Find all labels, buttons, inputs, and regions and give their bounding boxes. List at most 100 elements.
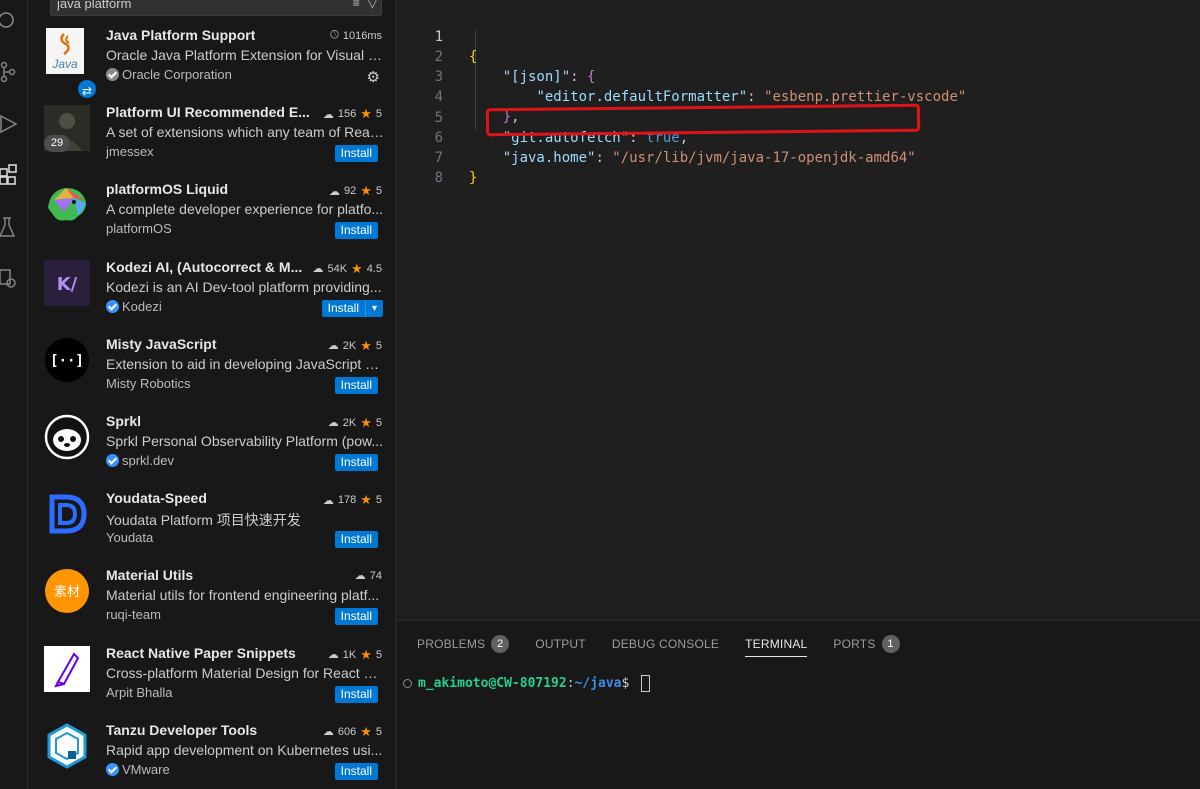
extension-item[interactable]: React Native Paper Snippets ☁︎ 1K ★ 5 Cross… [28, 638, 395, 715]
extension-description: Kodezi is an AI Dev-tool platform provid… [106, 278, 382, 295]
download-count: 178 [337, 494, 357, 507]
download-icon: ☁︎ [328, 185, 340, 198]
install-button[interactable]: Install [321, 299, 365, 317]
extensions-icon[interactable] [0, 163, 20, 187]
install-button[interactable]: Install [334, 145, 378, 163]
ports-count-badge: 1 [881, 635, 900, 653]
extension-publisher: platformOS [106, 221, 172, 237]
extension-item[interactable]: 素材 Material Utils ☁︎ 74 Material utils fo… [28, 560, 395, 637]
rating: 5 [375, 416, 382, 429]
star-icon: ★ [360, 646, 372, 662]
download-count: 606 [337, 725, 357, 738]
tab-label: OUTPUT [535, 637, 586, 651]
extension-search-input[interactable] [51, 0, 321, 15]
install-count-badge: 29 [44, 135, 70, 153]
star-icon: ★ [360, 723, 372, 739]
tab-label: PROBLEMS [417, 637, 486, 651]
search-icon[interactable] [0, 8, 20, 32]
verified-publisher-icon [106, 453, 119, 467]
filter-icon[interactable]: ▽ [368, 0, 377, 10]
problems-count-badge: 2 [491, 635, 510, 653]
tab-label: TERMINAL [745, 636, 808, 651]
extension-publisher: Misty Robotics [106, 375, 191, 391]
misty-logo-icon: [··] [44, 337, 90, 383]
tab-terminal[interactable]: TERMINAL [745, 631, 808, 657]
extension-name: Tanzu Developer Tools [106, 721, 258, 738]
extension-item[interactable]: Tanzu Developer Tools ☁︎ 606 ★ 5 Rapid app … [28, 715, 395, 789]
extension-name: Kodezi AI, (Autocorrect & M... [106, 258, 303, 275]
tanzu-logo-icon [44, 722, 90, 769]
extension-publisher: sprkl.dev [122, 452, 175, 468]
testing-icon[interactable] [0, 215, 20, 239]
verified-publisher-icon [106, 299, 119, 313]
chevron-down-icon[interactable]: ▾ [365, 299, 383, 317]
install-button[interactable]: Install [334, 222, 378, 240]
extension-name: React Native Paper Snippets [106, 644, 296, 661]
tab-problems[interactable]: PROBLEMS 2 [417, 631, 510, 657]
remote-explorer-icon[interactable] [0, 266, 20, 290]
rn-paper-logo-icon [44, 645, 90, 692]
extension-item[interactable]: 29 Platform UI Recommended E... ☁︎ 156 ★ 5 … [28, 97, 395, 174]
download-icon: ☁︎ [322, 726, 334, 739]
extension-item[interactable]: Sprkl ☁︎ 2K ★ 5 Sprkl Personal Observabilit… [28, 406, 395, 483]
download-count: 2K [342, 416, 357, 429]
extension-name: Platform UI Recommended E... [106, 104, 310, 121]
download-icon: ☁︎ [354, 570, 366, 583]
install-button[interactable]: Install [334, 685, 378, 703]
extension-item[interactable]: [··] Misty JavaScript ☁︎ 2K ★ 5 Extension t… [28, 329, 395, 406]
code-editor[interactable]: 1 { 2 "[json]": { 3 "editor.defaultForma… [397, 0, 1200, 620]
tab-ports[interactable]: PORTS 1 [833, 631, 900, 657]
tab-output[interactable]: OUTPUT [535, 631, 586, 657]
download-icon: ☁︎ [327, 417, 339, 430]
code-line: 1 { [397, 7, 1200, 65]
run-debug-icon[interactable] [0, 112, 20, 136]
bottom-panel: PROBLEMS 2 OUTPUT DEBUG CONSOLE TERMINAL … [397, 620, 1200, 789]
terminal-cursor [641, 675, 651, 692]
panel-tabs: PROBLEMS 2 OUTPUT DEBUG CONSOLE TERMINAL … [417, 631, 926, 657]
install-button[interactable]: Install [334, 376, 378, 394]
star-icon: ★ [351, 260, 363, 276]
rating: 4.5 [366, 262, 382, 275]
material-logo-text: 素材 [54, 585, 80, 600]
extensions-sidebar: ≡ ▽ Java ⇄ Java Platform Support 🕓︎ 1016… [28, 0, 396, 789]
download-count: 74 [369, 569, 382, 582]
download-count: 92 [343, 185, 357, 198]
rating: 5 [375, 185, 382, 198]
source-control-icon[interactable] [0, 60, 20, 84]
code-line: 8 [397, 148, 1200, 186]
extension-item[interactable]: K/ Kodezi AI, (Autocorrect & M... ☁︎ 54K ★… [28, 252, 395, 329]
sloth-logo-icon [44, 414, 90, 460]
extension-description: Extension to aid in developing JavaScrip… [106, 355, 384, 372]
install-button[interactable]: Install [334, 531, 378, 549]
svg-text:Java: Java [51, 57, 78, 71]
extension-publisher: VMware [122, 761, 170, 777]
extension-description: A complete developer experience for plat… [106, 201, 384, 218]
extension-name: Youdata-Speed [106, 490, 207, 507]
install-button[interactable]: Install [334, 608, 378, 626]
extension-item[interactable]: Youdata-Speed ☁︎ 178 ★ 5 Youdata Platform 项… [28, 483, 395, 560]
install-button[interactable]: Install [334, 453, 378, 471]
highlight-annotation [485, 103, 921, 137]
verified-publisher-icon [106, 68, 119, 81]
svg-text:K/: K/ [57, 274, 78, 295]
extension-description: Sprkl Personal Observability Platform (p… [106, 432, 383, 449]
star-icon: ★ [360, 337, 372, 353]
extension-name: Java Platform Support [106, 27, 256, 43]
gear-icon[interactable]: ⚙ [367, 68, 380, 86]
rating: 5 [375, 339, 382, 352]
extension-item[interactable]: Java ⇄ Java Platform Support 🕓︎ 1016ms O… [28, 20, 395, 100]
svg-text:[··]: [··] [50, 353, 84, 369]
extension-description: A set of extensions which any team of Re… [106, 124, 384, 141]
java-logo-icon: Java [44, 28, 90, 74]
download-icon: ☁︎ [327, 649, 339, 661]
terminal-colon: : [566, 676, 575, 691]
star-icon: ★ [360, 492, 372, 508]
extension-publisher: Oracle Corporation [122, 67, 232, 82]
terminal-output[interactable]: m_akimoto@CW-807192: ~/java $ [403, 675, 651, 692]
tab-debug-console[interactable]: DEBUG CONSOLE [612, 631, 719, 657]
extension-item[interactable]: platformOS Liquid ☁︎ 92 ★ 5 A complete deve… [28, 174, 395, 251]
clear-filter-icon[interactable]: ≡ [353, 0, 360, 10]
command-status-icon [403, 679, 412, 688]
install-button[interactable]: Install [334, 762, 378, 780]
download-icon: ☁︎ [322, 494, 334, 507]
